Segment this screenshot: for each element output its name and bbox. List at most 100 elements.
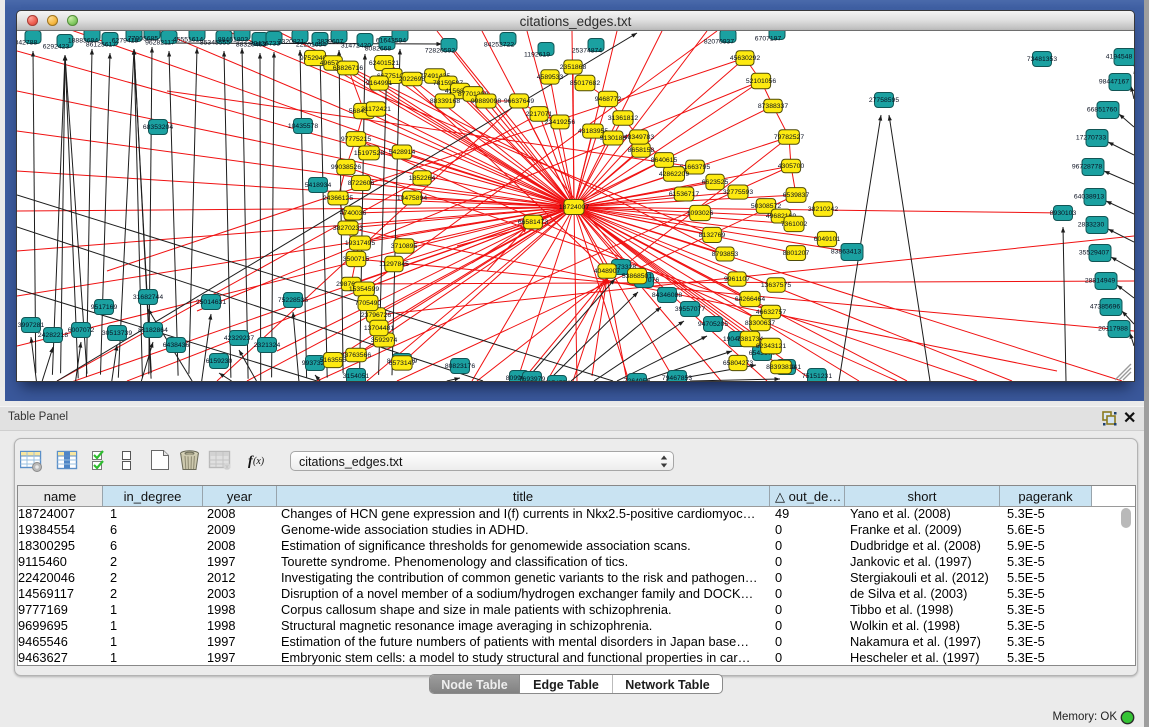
svg-text:25374874: 25374874 [572, 48, 602, 55]
svg-text:4842788: 4842788 [17, 40, 37, 47]
svg-text:5418934: 5418934 [305, 182, 332, 189]
svg-text:19317495: 19317495 [345, 240, 375, 247]
svg-text:6007072: 6007072 [68, 327, 95, 334]
svg-text:2833230: 2833230 [1078, 222, 1105, 229]
svg-text:1093026: 1093026 [687, 210, 714, 217]
svg-text:1192619: 1192619 [524, 52, 550, 59]
svg-text:97775215: 97775215 [341, 136, 371, 143]
svg-text:6707197: 6707197 [755, 36, 782, 43]
svg-text:82070937: 82070937 [704, 39, 734, 46]
svg-text:5428914: 5428914 [389, 149, 416, 156]
svg-text:75228535: 75228535 [278, 297, 308, 304]
svg-text:10435578: 10435578 [288, 123, 318, 130]
svg-text:31172421: 31172421 [361, 106, 391, 113]
svg-text:75151231: 75151231 [802, 373, 832, 380]
svg-text:30513739: 30513739 [102, 330, 132, 337]
svg-text:15197528: 15197528 [354, 150, 384, 157]
svg-text:7264956: 7264956 [624, 378, 651, 381]
svg-text:96637649: 96637649 [504, 98, 534, 105]
svg-text:53868501: 53868501 [622, 273, 652, 280]
svg-text:7693979: 7693979 [519, 376, 546, 381]
svg-text:6573147: 6573147 [389, 360, 416, 367]
svg-text:17270733: 17270733 [1076, 135, 1106, 142]
svg-text:8082668: 8082668 [365, 46, 392, 53]
svg-text:4374754: 4374754 [544, 380, 571, 381]
svg-text:20117988: 20117988 [1098, 326, 1128, 333]
svg-text:7705490: 7705490 [355, 300, 382, 307]
svg-text:48349783: 48349783 [624, 134, 654, 141]
svg-text:94705205: 94705205 [698, 321, 728, 328]
svg-text:8930103: 8930103 [1050, 210, 1077, 217]
svg-text:42329237: 42329237 [224, 335, 254, 342]
svg-text:68353204: 68353204 [143, 124, 173, 131]
svg-text:66581473: 66581473 [518, 219, 548, 226]
svg-text:1852264: 1852264 [409, 175, 436, 182]
svg-text:3710895: 3710895 [391, 243, 418, 250]
svg-text:2321324: 2321324 [254, 342, 281, 349]
svg-text:8640615: 8640615 [651, 157, 678, 164]
svg-text:13637575: 13637575 [761, 282, 791, 289]
svg-text:31361812: 31361812 [608, 115, 638, 122]
svg-text:45630292: 45630292 [730, 55, 760, 62]
svg-text:88393811: 88393811 [766, 364, 796, 371]
svg-text:2351868: 2351868 [560, 64, 587, 71]
svg-text:62343121: 62343121 [756, 343, 786, 350]
svg-text:87388337: 87388337 [758, 103, 788, 110]
svg-text:96282117: 96282117 [145, 40, 175, 47]
svg-text:9517169: 9517169 [91, 304, 118, 311]
svg-text:6049101: 6049101 [814, 236, 841, 243]
svg-text:79467853: 79467853 [662, 375, 692, 381]
svg-text:13704481: 13704481 [364, 325, 394, 332]
svg-text:8793853: 8793853 [712, 251, 739, 258]
svg-text:42862209: 42862209 [659, 171, 689, 178]
svg-text:3997281: 3997281 [18, 322, 45, 329]
svg-text:4305700: 4305700 [778, 163, 805, 170]
svg-text:5163555: 5163555 [320, 357, 347, 364]
svg-text:64038913: 64038913 [1074, 194, 1104, 201]
svg-text:8722606: 8722606 [348, 180, 375, 187]
svg-text:39557077: 39557077 [675, 306, 705, 313]
svg-text:81182864: 81182864 [138, 327, 168, 334]
svg-text:8132769: 8132769 [699, 232, 726, 239]
svg-text:88339168: 88339168 [430, 98, 460, 105]
svg-text:38270233: 38270233 [333, 225, 363, 232]
svg-text:9468772: 9468772 [595, 96, 622, 103]
svg-text:65804273: 65804273 [723, 360, 753, 367]
svg-text:24282218: 24282218 [38, 332, 68, 339]
svg-text:38210242: 38210242 [808, 206, 838, 213]
svg-text:80823176: 80823176 [445, 363, 475, 370]
svg-text:6292423: 6292423 [43, 44, 70, 51]
svg-text:24366125: 24366125 [323, 195, 353, 202]
svg-text:64266464: 64266464 [735, 296, 765, 303]
svg-text:84252722: 84252722 [484, 42, 514, 49]
svg-text:8801207: 8801207 [783, 250, 810, 257]
svg-text:4048907: 4048907 [594, 268, 621, 275]
svg-text:3154051: 3154051 [343, 373, 370, 380]
svg-text:47385696: 47385696 [1090, 304, 1120, 311]
svg-text:6438436: 6438436 [163, 342, 190, 349]
svg-text:99038526: 99038526 [331, 164, 361, 171]
svg-text:23419256: 23419256 [545, 119, 575, 126]
svg-text:85017682: 85017682 [570, 80, 600, 87]
svg-text:9961107: 9961107 [724, 276, 750, 283]
svg-text:4194548: 4194548 [1106, 54, 1133, 61]
svg-text:9130188: 9130188 [600, 135, 627, 142]
svg-text:52101056: 52101056 [746, 78, 776, 85]
svg-text:63826716: 63826716 [333, 65, 363, 72]
svg-text:6539837: 6539837 [783, 192, 810, 199]
svg-text:10475894: 10475894 [397, 195, 427, 202]
svg-text:79782527: 79782527 [774, 134, 804, 141]
svg-text:9164991: 9164991 [366, 80, 393, 87]
svg-text:31682744: 31682744 [133, 294, 163, 301]
svg-text:11297845: 11297845 [379, 261, 409, 268]
svg-text:62401521: 62401521 [369, 60, 399, 67]
svg-text:98447167: 98447167 [1099, 79, 1129, 86]
svg-text:18724007: 18724007 [559, 204, 589, 211]
svg-text:2217071: 2217071 [526, 111, 553, 118]
svg-text:7361002: 7361002 [781, 221, 808, 228]
svg-text:73481353: 73481353 [1027, 56, 1057, 63]
svg-text:46632757: 46632757 [756, 309, 786, 316]
svg-text:45551614: 45551614 [173, 37, 203, 44]
svg-text:6623525: 6623525 [702, 179, 729, 186]
svg-text:72820592: 72820592 [425, 48, 455, 55]
